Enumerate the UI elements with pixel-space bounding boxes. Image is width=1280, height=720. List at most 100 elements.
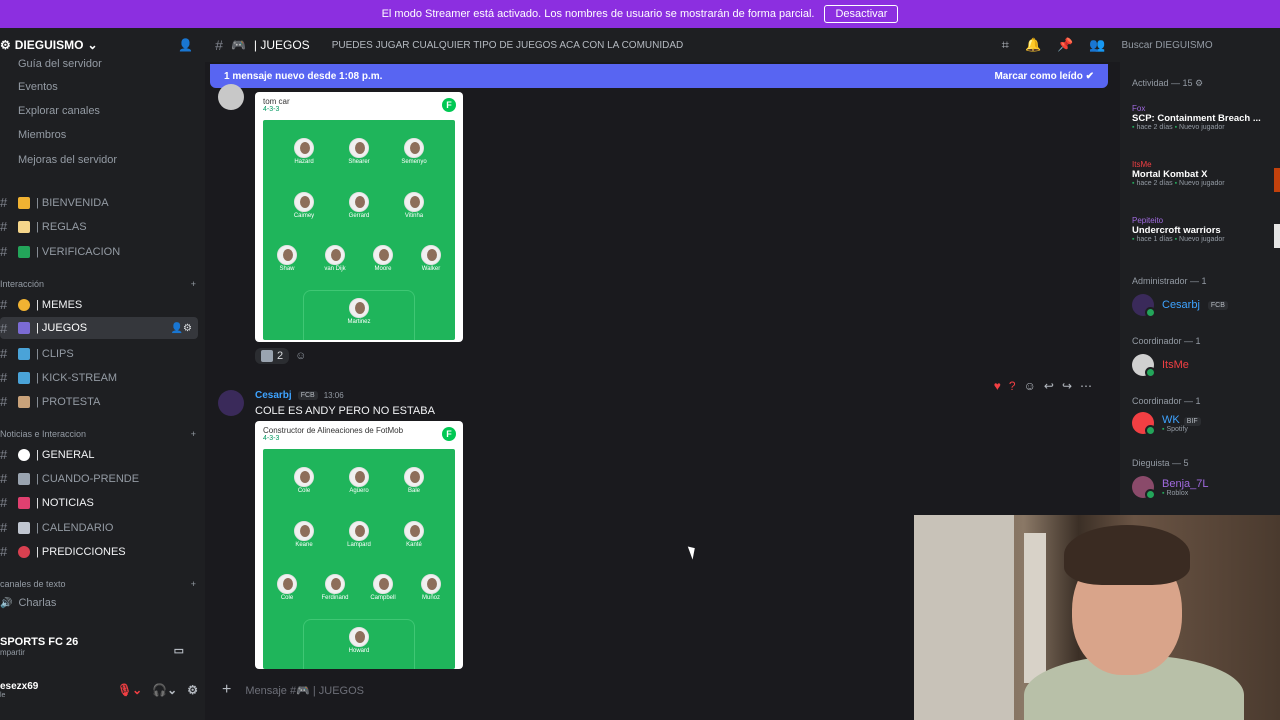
channel-settings-gear-icon[interactable]: 👤⚙ <box>171 323 192 334</box>
role-header: Dieguista — 5 <box>1132 458 1189 468</box>
channel-calendario[interactable]: # | CALENDARIO <box>0 520 113 535</box>
share-screen-icon[interactable]: ▭ <box>174 644 184 657</box>
channel-cuando-prende[interactable]: # | CUANDO-PRENDE <box>0 471 139 486</box>
gamepad-icon: 🎮 <box>230 38 246 52</box>
player: Bale <box>392 467 436 494</box>
player: Vitinha <box>392 192 436 219</box>
channel-topic[interactable]: PUEDES JUGAR CUALQUIER TIPO DE JUEGOS AC… <box>332 40 684 51</box>
channel-bienvenida[interactable]: # | BIENVENIDA <box>0 195 109 210</box>
member-name: Cesarbj <box>1162 299 1200 311</box>
hash-icon: # <box>0 447 8 462</box>
channel-memes[interactable]: # | MEMES <box>0 297 82 312</box>
reply-icon[interactable]: ↩ <box>1044 379 1054 393</box>
avatar[interactable] <box>218 84 244 110</box>
mark-read-button[interactable]: Marcar como leído ✔ <box>994 71 1094 82</box>
voice-channel-charlas[interactable]: 🔊 Charlas <box>0 597 56 609</box>
lineup-card-1[interactable]: tom car 4-3-3 F Hazard Shearer Semenyo C… <box>255 92 463 342</box>
wave-emoji-icon <box>18 196 30 209</box>
channel-juegos[interactable]: # | JUEGOS 👤⚙ <box>0 317 198 339</box>
forward-icon[interactable]: ↪ <box>1062 379 1072 393</box>
question-icon[interactable]: ? <box>1009 379 1016 393</box>
sidebar-members[interactable]: Miembros <box>18 129 66 141</box>
headphones-icon[interactable]: 🎧⌄ <box>152 683 177 697</box>
fotmob-logo-icon: F <box>442 427 456 441</box>
channel-protesta[interactable]: # | PROTESTA <box>0 394 100 409</box>
sidebar-guide[interactable]: Guía del servidor <box>18 58 102 70</box>
plus-icon[interactable]: + <box>222 681 231 699</box>
add-member-icon[interactable]: 👤 <box>178 38 193 52</box>
sidebar-explore[interactable]: Explorar canales <box>18 105 100 117</box>
player: Ferdinand <box>313 574 357 601</box>
search-input[interactable]: Buscar DIEGUISMO <box>1122 33 1280 57</box>
activity-card[interactable]: SPORTS FC 26 mpartir ▭ <box>0 630 198 670</box>
category-interaccion[interactable]: Interacción + <box>0 279 196 289</box>
channel-label: Charlas <box>18 597 57 609</box>
mic-muted-icon[interactable]: 🎙⌄ <box>117 683 142 697</box>
message-author[interactable]: Cesarbj <box>255 390 292 401</box>
lineup-card-2[interactable]: Constructor de Alineaciones de FotMob 4-… <box>255 421 463 669</box>
channel-general[interactable]: # | GENERAL <box>0 447 95 462</box>
category-noticias[interactable]: Noticias e Interaccion + <box>0 429 196 439</box>
deactivate-button[interactable]: Desactivar <box>824 5 899 23</box>
activity-item[interactable]: Pepiteito Undercroft warriors ▪ hace 1 d… <box>1132 216 1280 248</box>
channel-verificacion[interactable]: # | VERIFICACION <box>0 244 120 259</box>
player: Cole <box>265 574 309 601</box>
members-icon[interactable]: 👥 <box>1089 37 1105 53</box>
user-panel: esezx69 le 🎙⌄ 🎧⌄ ⚙ <box>0 672 198 708</box>
gear-icon[interactable]: ⚙ <box>187 683 198 697</box>
add-reaction-icon[interactable]: ☺ <box>295 350 306 362</box>
member-item[interactable]: WK BIF ▪ Spotify <box>1132 412 1201 436</box>
check-emoji-icon <box>18 245 30 258</box>
channel-header: # 🎮 | JUEGOS PUEDES JUGAR CUALQUIER TIPO… <box>215 37 997 53</box>
avatar <box>1132 354 1156 378</box>
threads-icon[interactable]: ⌗ <box>1002 37 1009 53</box>
sidebar-events[interactable]: Eventos <box>18 81 58 93</box>
guild-tag[interactable]: FCB <box>297 391 318 400</box>
member-item[interactable]: Cesarbj FCB <box>1132 294 1228 318</box>
avatar[interactable] <box>218 390 244 416</box>
plus-icon[interactable]: + <box>191 429 196 439</box>
mouse-cursor-icon <box>687 544 699 560</box>
tv-emoji-icon <box>18 347 30 360</box>
hash-icon: # <box>0 219 8 234</box>
player: Walker <box>409 245 453 272</box>
fotmob-logo-icon: F <box>442 98 456 112</box>
heart-icon[interactable]: ♥ <box>994 379 1001 393</box>
member-item[interactable]: Benja_7L ▪ Roblox <box>1132 476 1209 500</box>
channel-label: | VERIFICACION <box>36 245 121 258</box>
player: Gerrard <box>337 192 381 219</box>
message-composer[interactable]: + Mensaje #🎮 | JUEGOS <box>210 678 914 702</box>
channel-kick-stream[interactable]: # | KICK-STREAM <box>0 370 117 385</box>
channel-clips[interactable]: # | CLIPS <box>0 346 74 361</box>
lineup-title: tom car <box>263 97 290 106</box>
activity-item[interactable]: Fox SCP: Containment Breach ... ▪ hace 2… <box>1132 104 1280 131</box>
target-emoji-icon <box>18 545 30 558</box>
sidebar-boosts[interactable]: Mejoras del servidor <box>18 154 117 166</box>
player: Martinez <box>337 298 381 325</box>
channel-predicciones[interactable]: # | PREDICCIONES <box>0 544 126 559</box>
channel-noticias[interactable]: # | NOTICIAS <box>0 495 94 510</box>
reaction-pill[interactable]: 2 <box>255 348 290 364</box>
player: Cole <box>282 467 326 494</box>
plus-icon[interactable]: + <box>191 579 196 589</box>
category-texto[interactable]: canales de texto + <box>0 579 196 589</box>
emoji-reaction-icon[interactable]: ☺ <box>1024 379 1036 393</box>
channel-reglas[interactable]: # | REGLAS <box>0 219 87 234</box>
pin-icon[interactable]: 📌 <box>1057 37 1073 53</box>
channel-label: | KICK-STREAM <box>36 371 118 384</box>
server-header[interactable]: ⚙ DIEGUISMO ⌄ 👤 <box>0 38 203 52</box>
banner-text: El modo Streamer está activado. Los nomb… <box>381 8 815 20</box>
hash-icon: # <box>0 195 8 210</box>
activity-item[interactable]: ItsMe Mortal Kombat X ▪ hace 2 días ▪ Nu… <box>1132 160 1280 192</box>
bell-icon[interactable]: 🔔 <box>1025 37 1041 53</box>
player: Semenyo <box>392 138 436 165</box>
more-icon[interactable]: ⋯ <box>1080 379 1092 393</box>
username[interactable]: esezx69 <box>0 681 38 692</box>
composer-input[interactable]: Mensaje #🎮 | JUEGOS <box>245 684 364 697</box>
new-messages-bar[interactable]: 1 mensaje nuevo desde 1:08 p.m. Marcar c… <box>210 64 1108 88</box>
server-gear-icon: ⚙ <box>0 38 11 52</box>
hash-icon: # <box>215 37 223 53</box>
plus-icon[interactable]: + <box>191 279 196 289</box>
mark-read-icon: ✔ <box>1085 70 1094 82</box>
member-item[interactable]: ItsMe <box>1132 354 1189 378</box>
